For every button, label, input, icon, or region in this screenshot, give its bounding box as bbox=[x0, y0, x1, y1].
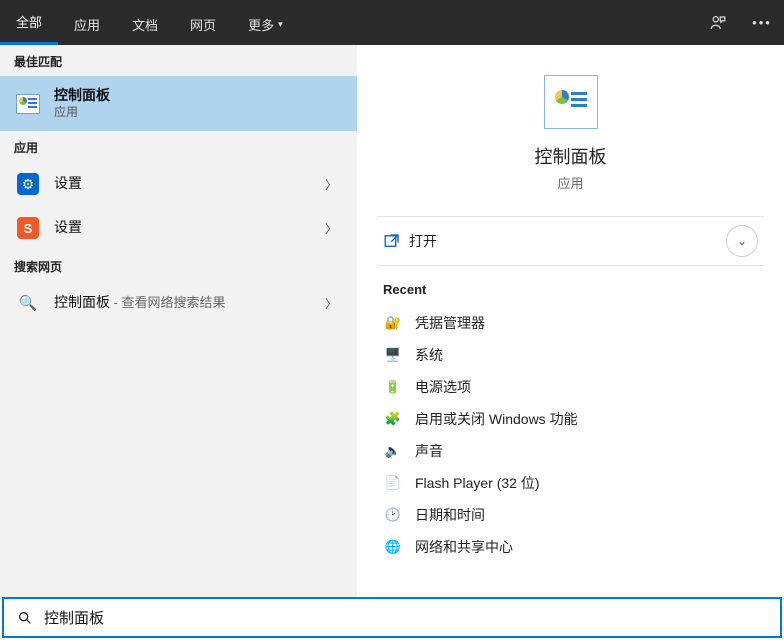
search-input[interactable] bbox=[36, 609, 770, 626]
app-result-settings-1[interactable]: ⚙ 设置 〉 bbox=[0, 162, 357, 206]
expand-button[interactable]: ⌄ bbox=[726, 225, 758, 257]
preview-header: 控制面板 应用 bbox=[357, 65, 784, 216]
best-match-header: 最佳匹配 bbox=[0, 45, 357, 76]
tab-web-label: 网页 bbox=[190, 15, 216, 34]
network-sharing-icon: 🌐 bbox=[383, 537, 403, 557]
web-result-suffix: - 查看网络搜索结果 bbox=[110, 295, 226, 310]
recent-list: 🔐凭据管理器 🖥️系统 🔋电源选项 🧩启用或关闭 Windows 功能 🔈声音 … bbox=[357, 307, 784, 563]
tabbar-spacer bbox=[299, 0, 696, 45]
search-bar[interactable] bbox=[2, 597, 782, 638]
options-button[interactable]: ••• bbox=[740, 0, 784, 45]
recent-item[interactable]: 🧩 启用或关闭 Windows 功能 bbox=[371, 403, 770, 435]
tab-more-label: 更多 bbox=[248, 15, 274, 34]
recent-item-label: 启用或关闭 Windows 功能 bbox=[415, 409, 578, 429]
recent-item-label: 日期和时间 bbox=[415, 505, 485, 525]
power-options-icon: 🔋 bbox=[383, 377, 403, 397]
web-result-title: 控制面板 bbox=[54, 294, 110, 310]
best-match-subtitle: 应用 bbox=[54, 105, 343, 120]
preview-pane: 控制面板 应用 打开 ⌄ Recent 🔐 凭据管理器 🖥️ 系统 🔋 电源选项 🧩 启… bbox=[357, 45, 784, 597]
recent-item[interactable]: 🕑 日期和时间 bbox=[371, 499, 770, 531]
apps-header: 应用 bbox=[0, 131, 357, 162]
best-match-result[interactable]: 控制面板 应用 bbox=[0, 76, 357, 131]
credential-manager-icon: 🔐 bbox=[383, 313, 403, 333]
search-icon: 🔍 bbox=[14, 289, 42, 317]
recent-item-label: 凭据管理器 bbox=[415, 313, 485, 333]
control-panel-icon-large bbox=[544, 75, 598, 129]
open-icon bbox=[383, 232, 409, 250]
tab-all[interactable]: 全部 bbox=[0, 0, 58, 45]
ellipsis-icon: ••• bbox=[752, 15, 772, 30]
app-result-title: 设置 bbox=[54, 175, 319, 193]
results-body: 最佳匹配 控制面板 应用 应用 ⚙ 设置 〉 S 设置 〉 搜索网页 bbox=[0, 45, 784, 597]
recent-item[interactable]: 🔐 凭据管理器 bbox=[371, 307, 770, 339]
app-result-title: 设置 bbox=[54, 219, 319, 237]
feedback-button[interactable] bbox=[696, 0, 740, 45]
sound-icon: 🔈 bbox=[383, 441, 403, 461]
settings-icon-blue: ⚙ bbox=[14, 170, 42, 198]
chevron-down-icon: ⌄ bbox=[737, 234, 747, 248]
recent-item[interactable]: 🔋 电源选项 bbox=[371, 371, 770, 403]
flash-player-icon: 📄 bbox=[383, 473, 403, 493]
app-result-settings-2[interactable]: S 设置 〉 bbox=[0, 206, 357, 250]
open-label: 打开 bbox=[409, 231, 437, 251]
date-time-icon: 🕑 bbox=[383, 505, 403, 525]
recent-item[interactable]: 🔈 声音 bbox=[371, 435, 770, 467]
recent-item-label: 网络和共享中心 bbox=[415, 537, 513, 557]
recent-item-label: 系统 bbox=[415, 345, 443, 365]
system-icon: 🖥️ bbox=[383, 345, 403, 365]
web-header: 搜索网页 bbox=[0, 250, 357, 281]
feedback-icon bbox=[709, 14, 727, 32]
recent-item-label: Flash Player (32 位) bbox=[415, 473, 539, 493]
windows-features-icon: 🧩 bbox=[383, 409, 403, 429]
chevron-right-icon: 〉 bbox=[319, 295, 343, 312]
tab-web[interactable]: 网页 bbox=[174, 0, 232, 45]
recent-item-label: 电源选项 bbox=[415, 377, 471, 397]
control-panel-icon bbox=[14, 90, 42, 118]
settings-icon-orange: S bbox=[14, 214, 42, 242]
tab-docs[interactable]: 文档 bbox=[116, 0, 174, 45]
tab-apps[interactable]: 应用 bbox=[58, 0, 116, 45]
recent-item[interactable]: 📄 Flash Player (32 位) bbox=[371, 467, 770, 499]
chevron-down-icon: ▾ bbox=[278, 19, 283, 30]
open-action[interactable]: 打开 ⌄ bbox=[357, 217, 784, 265]
recent-item[interactable]: 🌐 网络和共享中心 bbox=[371, 531, 770, 563]
tab-more[interactable]: 更多 ▾ bbox=[232, 0, 299, 45]
tab-apps-label: 应用 bbox=[74, 15, 100, 34]
best-match-title: 控制面板 bbox=[54, 87, 343, 105]
tab-docs-label: 文档 bbox=[132, 15, 158, 34]
web-result[interactable]: 🔍 控制面板 - 查看网络搜索结果 〉 bbox=[0, 281, 357, 325]
recent-header: Recent bbox=[357, 266, 784, 307]
preview-title: 控制面板 bbox=[535, 143, 607, 169]
results-list: 最佳匹配 控制面板 应用 应用 ⚙ 设置 〉 S 设置 〉 搜索网页 bbox=[0, 45, 357, 597]
recent-item[interactable]: 🖥️ 系统 bbox=[371, 339, 770, 371]
recent-item-label: 声音 bbox=[415, 441, 443, 461]
chevron-right-icon: 〉 bbox=[319, 176, 343, 193]
filter-tab-bar: 全部 应用 文档 网页 更多 ▾ ••• bbox=[0, 0, 784, 45]
preview-subtitle: 应用 bbox=[557, 173, 583, 192]
search-icon bbox=[14, 610, 36, 626]
chevron-right-icon: 〉 bbox=[319, 220, 343, 237]
tab-all-label: 全部 bbox=[16, 12, 42, 31]
start-search-window: 全部 应用 文档 网页 更多 ▾ ••• 最佳匹配 控制面板 应用 应用 ⚙ bbox=[0, 0, 784, 640]
best-match-text: 控制面板 应用 bbox=[54, 87, 343, 120]
